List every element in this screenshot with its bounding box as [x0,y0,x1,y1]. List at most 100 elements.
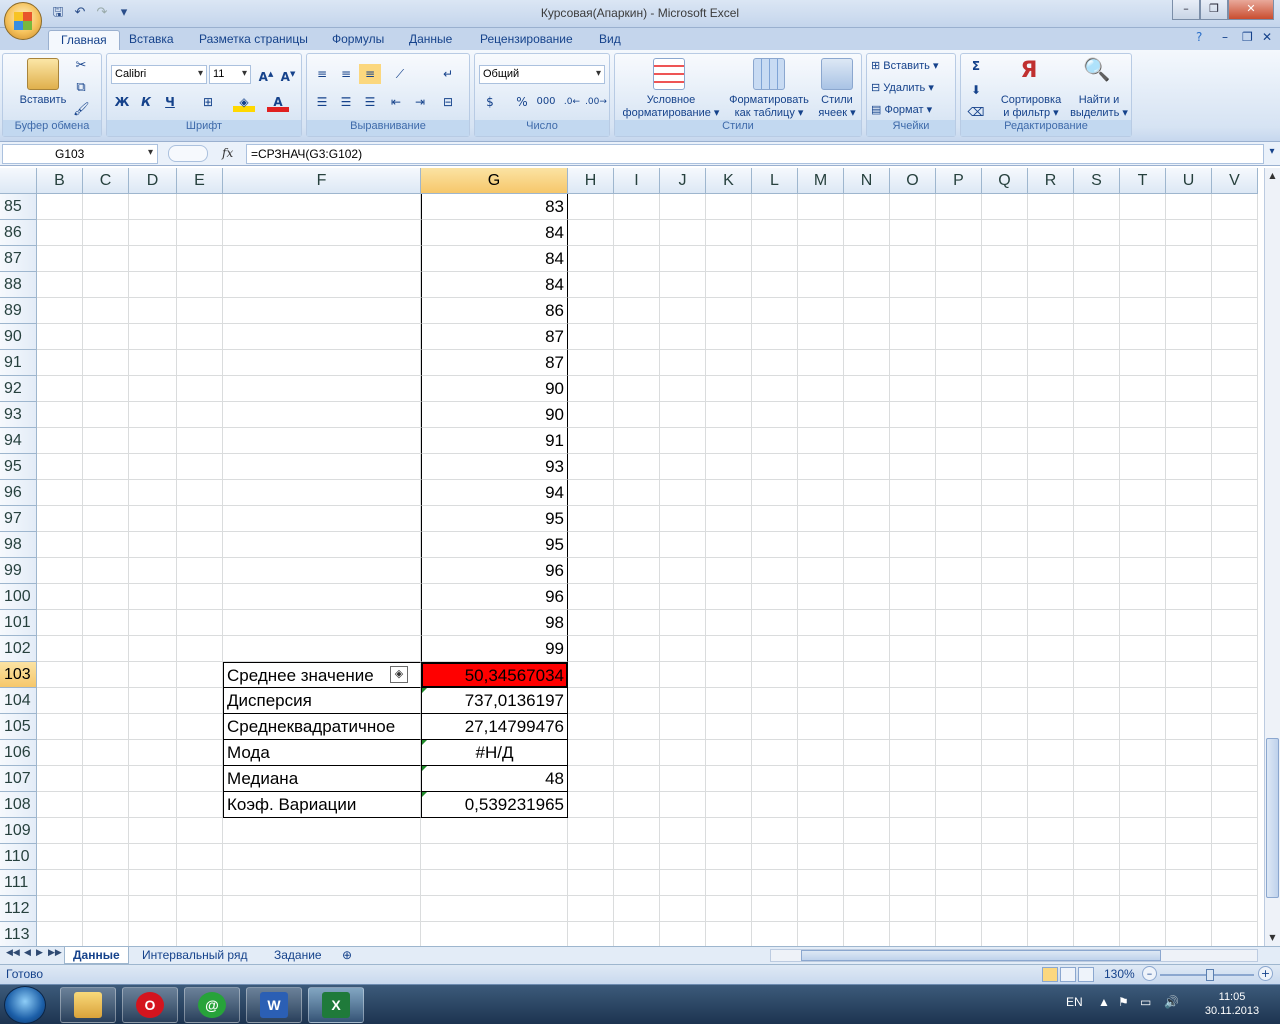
column-header-o[interactable]: O [890,168,936,194]
cell-i[interactable] [614,454,660,480]
cell-i[interactable] [614,480,660,506]
row-header[interactable]: 94 [0,428,37,454]
tab-home[interactable]: Главная [48,30,120,50]
column-header-t[interactable]: T [1120,168,1166,194]
cell-j[interactable] [660,922,706,946]
autosum-icon[interactable]: Σ [965,56,987,76]
cell-p[interactable] [936,480,982,506]
cell-s[interactable] [1074,740,1120,766]
cell-c[interactable] [83,714,129,740]
cell-g[interactable]: 50,34567034 [421,662,568,688]
cell-h[interactable] [568,194,614,220]
cell-p[interactable] [936,194,982,220]
cell-c[interactable] [83,896,129,922]
column-header-h[interactable]: H [568,168,614,194]
cell-f[interactable]: Медиана [223,766,421,792]
horizontal-scroll-thumb[interactable] [801,950,1161,961]
cell-r[interactable] [1028,194,1074,220]
row-header[interactable]: 98 [0,532,37,558]
column-header-b[interactable]: B [37,168,83,194]
cell-p[interactable] [936,818,982,844]
cell-g[interactable] [421,844,568,870]
cell-r[interactable] [1028,402,1074,428]
cell-o[interactable] [890,454,936,480]
cell-l[interactable] [752,714,798,740]
column-header-g[interactable]: G [421,168,568,194]
format-cells-button[interactable]: ▤ Формат ▾ [871,104,932,117]
cell-f[interactable]: Мода [223,740,421,766]
cell-q[interactable] [982,844,1028,870]
cell-l[interactable] [752,766,798,792]
sort-filter-button[interactable]: Сортировка и фильтр ▾ [995,94,1067,120]
cell-m[interactable] [798,896,844,922]
cell-i[interactable] [614,766,660,792]
cell-f[interactable] [223,350,421,376]
align-left-icon[interactable]: ☰ [311,92,333,112]
column-header-v[interactable]: V [1212,168,1258,194]
page-break-view-icon[interactable] [1078,967,1094,982]
zoom-slider[interactable] [1160,969,1254,981]
cell-k[interactable] [706,662,752,688]
cell-b[interactable] [37,584,83,610]
clear-icon[interactable]: ⌫ [965,102,987,122]
sheet-tab-task[interactable]: Задание [266,947,330,964]
cell-b[interactable] [37,324,83,350]
cell-f[interactable] [223,194,421,220]
cell-j[interactable] [660,792,706,818]
cell-q[interactable] [982,480,1028,506]
cell-h[interactable] [568,402,614,428]
cell-c[interactable] [83,298,129,324]
cell-k[interactable] [706,584,752,610]
cell-p[interactable] [936,610,982,636]
cell-k[interactable] [706,896,752,922]
cell-q[interactable] [982,246,1028,272]
cell-h[interactable] [568,844,614,870]
cell-o[interactable] [890,532,936,558]
row-header[interactable]: 102 [0,636,37,662]
cell-t[interactable] [1120,454,1166,480]
cell-q[interactable] [982,792,1028,818]
cell-c[interactable] [83,818,129,844]
cell-e[interactable] [177,636,223,662]
cell-q[interactable] [982,506,1028,532]
cell-b[interactable] [37,272,83,298]
cell-m[interactable] [798,194,844,220]
cell-j[interactable] [660,376,706,402]
cell-h[interactable] [568,610,614,636]
cell-b[interactable] [37,350,83,376]
cell-e[interactable] [177,298,223,324]
cell-n[interactable] [844,636,890,662]
cell-t[interactable] [1120,610,1166,636]
cell-p[interactable] [936,272,982,298]
minimize-button[interactable]: – [1172,0,1200,20]
row-header[interactable]: 97 [0,506,37,532]
cell-k[interactable] [706,506,752,532]
row-header[interactable]: 91 [0,350,37,376]
cell-f[interactable] [223,558,421,584]
cell-u[interactable] [1166,506,1212,532]
tab-data[interactable]: Данные [397,30,464,50]
cell-u[interactable] [1166,688,1212,714]
cell-u[interactable] [1166,818,1212,844]
cell-l[interactable] [752,480,798,506]
cell-c[interactable] [83,402,129,428]
cell-m[interactable] [798,662,844,688]
ribbon-restore-icon[interactable]: ❐ [1242,30,1253,44]
tab-insert[interactable]: Вставка [117,30,186,50]
cell-v[interactable] [1212,454,1258,480]
word-taskbar-icon[interactable]: W [246,987,302,1023]
cell-r[interactable] [1028,376,1074,402]
cell-v[interactable] [1212,558,1258,584]
cell-q[interactable] [982,402,1028,428]
cell-e[interactable] [177,428,223,454]
cell-i[interactable] [614,246,660,272]
cell-t[interactable] [1120,844,1166,870]
cell-d[interactable] [129,766,177,792]
cell-e[interactable] [177,922,223,946]
cell-f[interactable]: Среднеквадратичное [223,714,421,740]
row-header[interactable]: 86 [0,220,37,246]
cell-v[interactable] [1212,376,1258,402]
cell-f[interactable] [223,584,421,610]
cell-g[interactable]: #Н/Д [421,740,568,766]
cell-j[interactable] [660,454,706,480]
